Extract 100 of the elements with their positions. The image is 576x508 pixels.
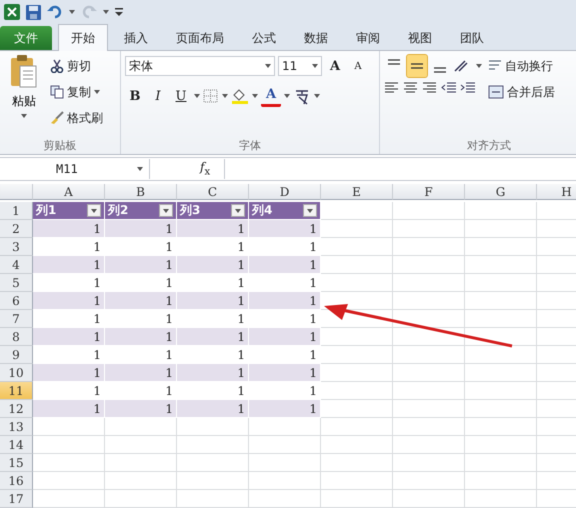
grid-cell[interactable] (465, 220, 537, 238)
filter-button[interactable] (87, 204, 101, 217)
row-header[interactable]: 3 (0, 238, 33, 256)
grid-cell[interactable] (321, 274, 393, 292)
fill-color-icon[interactable] (231, 88, 249, 104)
grid-cell[interactable] (249, 454, 321, 472)
grid-cell[interactable] (105, 472, 177, 490)
grid-cell[interactable] (177, 436, 249, 454)
name-box[interactable]: M11 (0, 159, 150, 179)
align-right-icon[interactable] (422, 81, 438, 95)
row-header[interactable]: 4 (0, 256, 33, 274)
grid-cell[interactable] (465, 418, 537, 436)
grid-cell[interactable] (321, 328, 393, 346)
column-header[interactable]: D (249, 184, 321, 200)
grid-cell[interactable] (393, 400, 465, 418)
column-header[interactable]: H (537, 184, 576, 200)
cut-button[interactable]: 剪切 (48, 55, 105, 77)
filter-button[interactable] (231, 204, 245, 217)
grid-cell[interactable] (177, 454, 249, 472)
grid-cell[interactable] (465, 490, 537, 508)
grid-cell[interactable] (177, 418, 249, 436)
column-header[interactable]: C (177, 184, 249, 200)
grid-cell[interactable] (465, 382, 537, 400)
grid-cell[interactable] (249, 436, 321, 454)
grid-cell[interactable] (321, 490, 393, 508)
grid-cell[interactable] (393, 238, 465, 256)
grid-cell[interactable] (465, 436, 537, 454)
grid-cell[interactable] (393, 274, 465, 292)
format-painter-button[interactable]: 格式刷 (48, 107, 105, 129)
row-header[interactable]: 8 (0, 328, 33, 346)
customize-toolbar-icon[interactable] (115, 7, 123, 17)
ribbon-tab[interactable]: 插入 (112, 26, 160, 50)
grid-cell[interactable] (33, 472, 105, 490)
ribbon-tab[interactable]: 视图 (396, 26, 444, 50)
ribbon-tab[interactable]: 公式 (240, 26, 288, 50)
grid-cell[interactable] (393, 220, 465, 238)
column-header[interactable]: F (393, 184, 465, 200)
grid-cell[interactable] (321, 346, 393, 364)
column-header[interactable]: B (105, 184, 177, 200)
increase-indent-icon[interactable] (460, 81, 476, 95)
border-icon[interactable] (203, 89, 219, 103)
grid-cell[interactable] (393, 202, 465, 220)
row-header[interactable]: 7 (0, 310, 33, 328)
grid-cell[interactable] (33, 418, 105, 436)
row-header[interactable]: 17 (0, 490, 33, 508)
grid-cell[interactable] (321, 202, 393, 220)
shrink-font-button[interactable]: A (348, 55, 368, 77)
align-center-icon[interactable] (403, 81, 419, 95)
grid-cell[interactable] (321, 220, 393, 238)
column-header[interactable]: A (33, 184, 105, 200)
filter-button[interactable] (303, 204, 317, 217)
grid-cell[interactable] (393, 256, 465, 274)
grid-cell[interactable] (393, 346, 465, 364)
row-header[interactable]: 12 (0, 400, 33, 418)
ribbon-tab[interactable]: 数据 (292, 26, 340, 50)
italic-button[interactable]: I (148, 85, 168, 107)
ribbon-tab[interactable]: 审阅 (344, 26, 392, 50)
grid-cell[interactable] (321, 364, 393, 382)
row-header[interactable]: 2 (0, 220, 33, 238)
grid-cell[interactable] (465, 454, 537, 472)
insert-function-button[interactable]: f$_{x}$ (200, 160, 224, 178)
spreadsheet-app-icon[interactable] (4, 4, 20, 20)
grid-cell[interactable] (33, 490, 105, 508)
row-header[interactable]: 16 (0, 472, 33, 490)
grid-cell[interactable] (393, 436, 465, 454)
grid-cell[interactable] (321, 436, 393, 454)
row-header[interactable]: 5 (0, 274, 33, 292)
grid-cell[interactable] (321, 382, 393, 400)
file-tab[interactable]: 文件 (0, 26, 52, 50)
grid-cell[interactable] (321, 256, 393, 274)
row-header[interactable]: 1 (0, 202, 33, 220)
row-header[interactable]: 10 (0, 364, 33, 382)
grid-cell[interactable] (33, 454, 105, 472)
grid-cell[interactable] (321, 292, 393, 310)
copy-button[interactable]: 复制 (48, 81, 105, 103)
grid-cell[interactable] (393, 364, 465, 382)
grid-cell[interactable] (249, 490, 321, 508)
grid-cell[interactable] (321, 418, 393, 436)
grid-cell[interactable] (105, 418, 177, 436)
grid-cell[interactable] (33, 436, 105, 454)
decrease-indent-icon[interactable] (441, 81, 457, 95)
grid-cell[interactable] (393, 490, 465, 508)
grid-cell[interactable] (105, 454, 177, 472)
row-header[interactable]: 14 (0, 436, 33, 454)
merge-center-button[interactable]: 合并后居 (486, 81, 557, 103)
align-left-icon[interactable] (384, 81, 400, 95)
row-header[interactable]: 9 (0, 346, 33, 364)
grow-font-button[interactable]: A (325, 55, 345, 77)
grid-cell[interactable] (177, 472, 249, 490)
grid-cell[interactable] (465, 472, 537, 490)
column-header[interactable]: E (321, 184, 393, 200)
grid-cell[interactable] (105, 436, 177, 454)
grid-cell[interactable] (321, 400, 393, 418)
grid-cell[interactable] (393, 292, 465, 310)
grid-cell[interactable] (321, 472, 393, 490)
undo-icon[interactable] (47, 5, 63, 19)
ribbon-tab[interactable]: 团队 (448, 26, 496, 50)
grid-cell[interactable] (393, 310, 465, 328)
grid-cell[interactable] (393, 382, 465, 400)
underline-button[interactable]: U (171, 85, 191, 107)
